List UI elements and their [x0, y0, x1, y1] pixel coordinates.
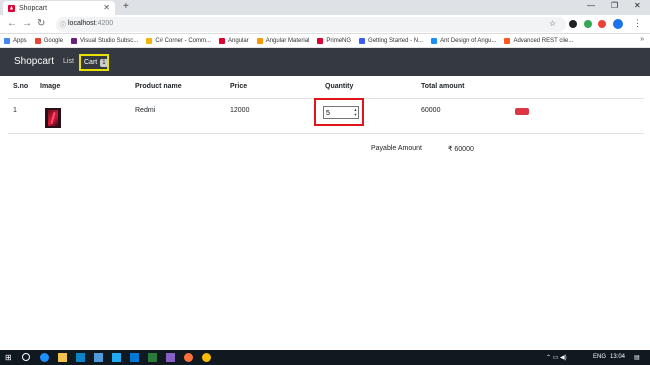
chrome-icon[interactable] — [202, 353, 211, 362]
address-bar: ← → ↻ ⓘ localhost:4200 ☆ ⋮ — [0, 15, 650, 34]
taskbar: ⊞ ⌃ ▭ ◀) ENG 13:04 ▤ — [0, 350, 650, 365]
clock[interactable]: 13:04 — [610, 354, 625, 360]
column-header-product-name: Product name — [135, 83, 182, 90]
app-icon[interactable] — [148, 353, 157, 362]
bookmark-icon — [34, 37, 41, 44]
app-icon[interactable] — [130, 353, 139, 362]
bookmark-icon — [431, 37, 438, 44]
cart-count-badge: 1 — [100, 58, 108, 67]
system-tray-icons[interactable]: ⌃ ▭ ◀) — [546, 354, 567, 361]
cell-product-name: Redmi — [135, 107, 156, 114]
column-header-total-amount: Total amount — [421, 83, 465, 90]
nav-link-list[interactable]: List — [63, 58, 74, 65]
bookmark-label: PrimeNG — [326, 37, 352, 44]
bookmark-label: Getting Started - N... — [368, 37, 424, 44]
visual-studio-icon[interactable] — [166, 353, 175, 362]
bookmark-label: Advanced REST clie... — [513, 37, 574, 44]
bookmark-item[interactable]: C# Corner - Comm... — [146, 37, 211, 44]
extension-icon[interactable] — [598, 20, 606, 28]
bookmarks-bar: Apps Google Visual Studio Subsc... C# Corne… — [0, 34, 650, 48]
bookmark-label: Visual Studio Subsc... — [80, 37, 139, 44]
bookmark-icon — [71, 37, 78, 44]
browser-tab-bar: Shopcart ✕ + — ❐ ✕ — [0, 0, 650, 15]
bookmark-item[interactable]: PrimeNG — [317, 37, 352, 44]
column-header-sno: S.no — [13, 83, 29, 90]
bookmark-item[interactable]: Angular Material — [256, 37, 310, 44]
angular-favicon-icon — [8, 4, 15, 12]
column-header-image: Image — [40, 83, 61, 90]
file-explorer-icon[interactable] — [58, 353, 67, 362]
firefox-icon[interactable] — [184, 353, 193, 362]
payable-amount-label: Payable Amount — [371, 145, 422, 152]
extension-icon[interactable] — [569, 20, 577, 28]
nav-cart-label: Cart — [84, 59, 98, 66]
url-input[interactable]: ⓘ localhost:4200 — [56, 17, 566, 32]
language-indicator[interactable]: ENG — [593, 354, 606, 360]
payable-amount-value: ₹ 60000 — [448, 146, 474, 153]
close-tab-icon[interactable]: ✕ — [103, 3, 110, 12]
bookmark-label: Google — [43, 37, 64, 44]
close-window-icon[interactable]: ✕ — [634, 1, 641, 10]
remove-item-button[interactable] — [515, 108, 529, 115]
notifications-icon[interactable]: ▤ — [634, 354, 640, 361]
quantity-spinner-icon[interactable]: ▲ ▼ — [353, 107, 358, 118]
cell-sno: 1 — [13, 107, 17, 114]
bookmark-item[interactable]: Ant Design of Angu... — [431, 37, 497, 44]
search-icon[interactable] — [22, 353, 30, 361]
bookmark-icon — [146, 37, 153, 44]
bookmark-icon — [256, 37, 263, 44]
brand[interactable]: Shopcart — [14, 56, 54, 67]
bookmark-item[interactable]: Angular — [219, 37, 249, 44]
browser-menu-icon[interactable]: ⋮ — [633, 18, 642, 29]
profile-avatar[interactable] — [613, 19, 623, 29]
restore-icon[interactable]: ❐ — [611, 1, 618, 10]
bookmarks-overflow-icon[interactable]: » — [640, 36, 644, 43]
bookmark-icon — [504, 37, 511, 44]
app-icon[interactable] — [94, 353, 103, 362]
windows-start-icon[interactable]: ⊞ — [5, 353, 14, 362]
bookmark-label: C# Corner - Comm... — [155, 37, 211, 44]
new-tab-button[interactable]: + — [123, 1, 129, 12]
column-header-quantity: Quantity — [325, 83, 354, 90]
nav-link-cart[interactable]: Cart 1 — [79, 54, 109, 71]
bookmark-label: Angular — [228, 37, 249, 44]
back-icon[interactable]: ← — [7, 18, 17, 29]
bookmark-label: Apps — [13, 37, 27, 44]
bookmark-item[interactable]: Getting Started - N... — [359, 37, 424, 44]
cell-price: 12000 — [230, 107, 250, 114]
edge-icon[interactable] — [40, 353, 49, 362]
bookmark-item[interactable]: Apps — [4, 37, 27, 44]
bookmark-icon — [359, 37, 366, 44]
bookmark-star-icon[interactable]: ☆ — [549, 19, 556, 28]
bookmark-item[interactable]: Advanced REST clie... — [504, 37, 574, 44]
minimize-icon[interactable]: — — [587, 1, 595, 10]
info-icon[interactable]: ⓘ — [60, 20, 66, 29]
bookmark-icon — [317, 37, 324, 44]
reload-icon[interactable]: ↻ — [37, 18, 45, 29]
cell-total-amount: 60000 — [421, 107, 441, 114]
product-image — [45, 108, 61, 128]
browser-tab[interactable]: Shopcart ✕ — [3, 1, 115, 15]
store-icon[interactable] — [76, 353, 85, 362]
bookmark-item[interactable]: Google — [34, 37, 64, 44]
bookmark-label: Ant Design of Angu... — [440, 37, 497, 44]
url-port: :4200 — [95, 20, 114, 27]
vscode-icon[interactable] — [112, 353, 121, 362]
row-divider — [8, 133, 644, 134]
bookmark-icon — [4, 37, 10, 44]
column-header-price: Price — [230, 83, 248, 90]
url-host: localhost — [68, 20, 96, 27]
forward-icon[interactable]: → — [22, 18, 32, 29]
bookmark-icon — [219, 37, 225, 44]
extension-icon[interactable] — [584, 20, 592, 28]
tab-title: Shopcart — [19, 4, 48, 12]
bookmark-item[interactable]: Visual Studio Subsc... — [71, 37, 139, 44]
bookmark-label: Angular Material — [265, 37, 310, 44]
